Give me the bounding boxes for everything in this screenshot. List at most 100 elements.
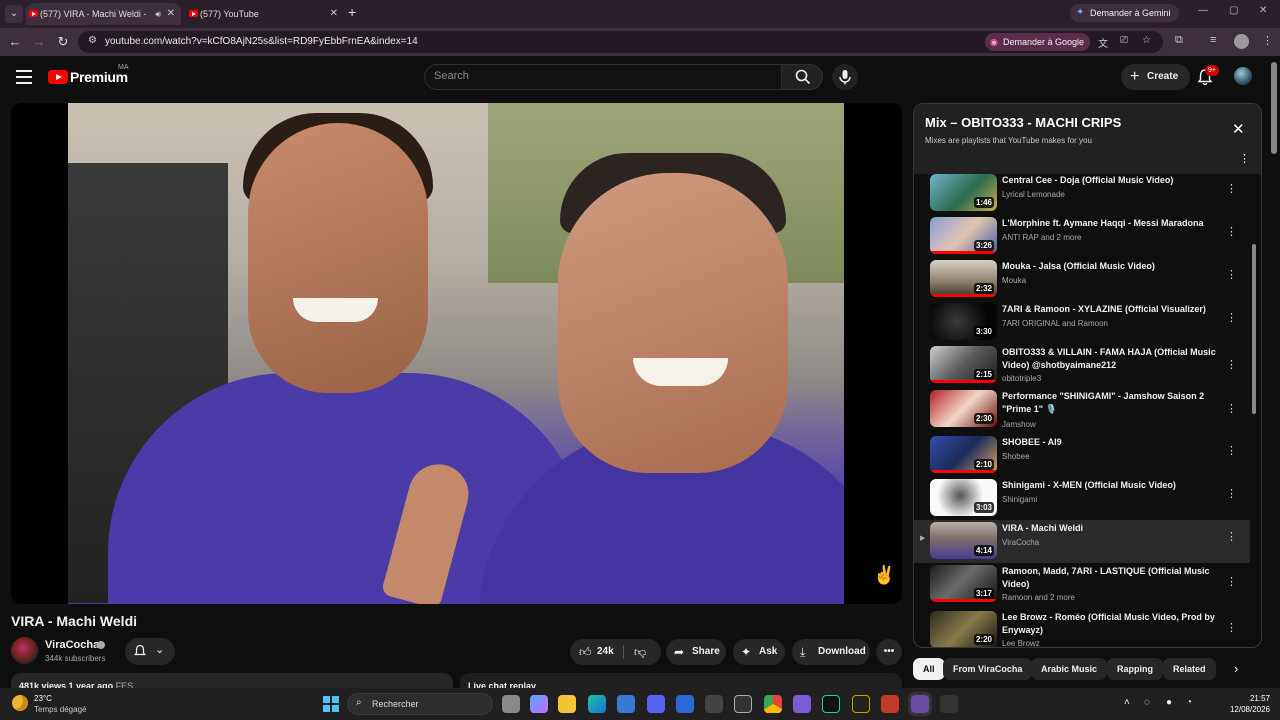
task-view-icon[interactable]	[502, 695, 520, 713]
close-window-icon[interactable]: ✕	[1259, 5, 1267, 16]
playlist-item-current[interactable]: ▶ 4:14 VIRA - Machi Weldi ViraCocha ⋮	[914, 520, 1250, 563]
back-icon[interactable]: ←	[6, 33, 24, 51]
channel-name[interactable]: ViraCocha	[45, 639, 99, 651]
like-count[interactable]: 24k	[597, 639, 614, 665]
more-vertical-icon[interactable]: ⋮	[1226, 487, 1237, 500]
file-explorer-icon[interactable]	[558, 695, 576, 713]
chip-arabic-music[interactable]: Arabic Music	[1031, 658, 1108, 680]
ask-google-button[interactable]: ◉ Demander à Google	[985, 33, 1091, 51]
mail-icon[interactable]	[676, 695, 694, 713]
more-vertical-icon[interactable]: ⋮	[1239, 152, 1250, 165]
ask-button[interactable]: ✦ Ask	[733, 639, 785, 665]
weather-moon-icon[interactable]	[12, 695, 28, 711]
network-icon[interactable]: ◌	[1144, 697, 1150, 708]
more-vertical-icon[interactable]: ⋮	[1226, 575, 1237, 588]
nvidia-icon[interactable]	[822, 695, 840, 713]
page-scrollbar[interactable]	[1271, 62, 1277, 154]
address-bar[interactable]: ⚙ youtube.com/watch?v=kCfO8AjN25s&list=R…	[78, 31, 1163, 53]
mic-tray-icon[interactable]: ●	[1166, 697, 1172, 708]
app-icon[interactable]	[940, 695, 958, 713]
reload-icon[interactable]: ↻	[54, 33, 72, 51]
start-menu-icon[interactable]	[323, 696, 339, 712]
app-icon[interactable]	[881, 695, 899, 713]
tab-search-button[interactable]: ⌄	[5, 5, 23, 23]
search-button[interactable]	[781, 64, 823, 90]
playlist-item[interactable]: 3:30 7ARI & Ramoon - XYLAZINE (Official …	[914, 301, 1250, 344]
close-icon[interactable]: ✕	[1232, 120, 1245, 138]
system-clock[interactable]: 21:57 12/08/2026	[1214, 693, 1270, 715]
tab-youtube[interactable]: (577) YouTube ✕	[186, 3, 344, 25]
playlist-scrollbar[interactable]	[1252, 244, 1256, 414]
chip-all[interactable]: All	[913, 658, 945, 680]
temperature[interactable]: 23°C	[34, 694, 52, 703]
playlist-item[interactable]: 2:15 OBITO333 & VILLAIN - FAMA HAJA (Off…	[914, 344, 1250, 389]
more-vertical-icon[interactable]: ⋮	[1226, 182, 1237, 195]
url-text[interactable]: youtube.com/watch?v=kCfO8AjN25s&list=RD9…	[105, 31, 418, 53]
store-icon[interactable]	[617, 695, 635, 713]
active-app-icon[interactable]	[911, 695, 929, 713]
taskbar-search[interactable]: ⌕ Rechercher	[347, 693, 493, 715]
maximize-icon[interactable]: ▢	[1229, 5, 1238, 16]
hamburger-menu-icon[interactable]	[16, 70, 32, 84]
playlist-title[interactable]: Mix – OBITO333 - MACHI CRIPS	[925, 115, 1121, 130]
more-actions-button[interactable]: •••	[876, 639, 902, 665]
more-vertical-icon[interactable]: ⋮	[1226, 225, 1237, 238]
weather-condition[interactable]: Temps dégagé	[34, 705, 86, 714]
chip-from-channel[interactable]: From ViraCocha	[943, 658, 1033, 680]
ask-gemini-button[interactable]: ✦ Demander à Gemini	[1070, 4, 1179, 22]
chevron-right-icon[interactable]: ›	[1234, 661, 1238, 676]
thumbs-down-icon[interactable]: 👎︎	[634, 639, 646, 665]
extensions-icon[interactable]: ⧉	[1175, 34, 1183, 47]
app-icon[interactable]	[852, 695, 870, 713]
playlist-item[interactable]: 2:10 SHOBEE - AI9 Shobee ⋮	[914, 434, 1250, 477]
playlist-item[interactable]: 1:46 Central Cee - Doja (Official Music …	[914, 172, 1250, 215]
translate-icon[interactable]: 文	[1098, 35, 1108, 50]
more-vertical-icon[interactable]: ⋮	[1226, 358, 1237, 371]
playlist-item[interactable]: 2:30 Performance "SHINIGAMI" - Jamshow S…	[914, 388, 1250, 434]
site-info-icon[interactable]: ⚙	[88, 35, 97, 46]
more-vertical-icon[interactable]: ⋮	[1226, 621, 1237, 634]
playlist-item[interactable]: 2:20 Lee Browz - Roméo (Official Music V…	[914, 609, 1250, 647]
subscription-bell-button[interactable]: ⌄	[125, 638, 175, 665]
media-controls-icon[interactable]: ≡	[1210, 34, 1216, 46]
discord-icon[interactable]	[647, 695, 665, 713]
edge-icon[interactable]	[588, 695, 606, 713]
chevron-up-icon[interactable]: ˄	[1124, 697, 1130, 708]
playlist-item[interactable]: 2:32 Mouka - Jalsa (Official Music Video…	[914, 258, 1250, 301]
chip-rapping[interactable]: Rapping	[1107, 658, 1163, 680]
thumbs-up-icon[interactable]: 👍︎	[579, 639, 592, 665]
copilot-icon[interactable]	[530, 695, 548, 713]
video-player[interactable]: ✌	[11, 103, 902, 604]
chrome-icon[interactable]	[764, 695, 782, 713]
wifi-icon[interactable]: ◔	[1186, 697, 1192, 708]
download-button[interactable]: ⤓ Download	[792, 639, 870, 665]
cast-icon[interactable]: ⎚	[1120, 35, 1128, 46]
chip-related[interactable]: Related	[1163, 658, 1216, 680]
speaker-icon[interactable]: 🔊︎	[155, 3, 161, 25]
create-button[interactable]: + Create	[1121, 64, 1191, 90]
new-tab-button[interactable]: +	[348, 4, 356, 20]
more-vertical-icon[interactable]: ⋮	[1226, 268, 1237, 281]
channel-avatar[interactable]	[11, 637, 38, 664]
close-icon[interactable]: ✕	[330, 3, 338, 25]
browser-menu-icon[interactable]: ⋮	[1262, 34, 1273, 47]
playlist-item[interactable]: 3:03 Shinigami - X-MEN (Official Music V…	[914, 477, 1250, 520]
profile-avatar[interactable]	[1234, 34, 1249, 49]
more-vertical-icon[interactable]: ⋮	[1226, 402, 1237, 415]
voice-search-button[interactable]	[832, 64, 858, 90]
more-vertical-icon[interactable]: ⋮	[1226, 311, 1237, 324]
close-icon[interactable]: ✕	[167, 3, 175, 25]
account-avatar[interactable]	[1234, 67, 1252, 85]
game-icon[interactable]	[793, 695, 811, 713]
minimize-icon[interactable]: —	[1198, 5, 1208, 16]
bookmark-star-icon[interactable]: ☆	[1142, 35, 1151, 46]
app-icon[interactable]	[705, 695, 723, 713]
search-input[interactable]	[434, 70, 764, 82]
more-vertical-icon[interactable]: ⋮	[1226, 530, 1237, 543]
more-vertical-icon[interactable]: ⋮	[1226, 444, 1237, 457]
tab-vira[interactable]: (577) VIRA - Machi Weldi - 🔊︎ ✕	[26, 3, 181, 25]
playlist-item[interactable]: 3:17 Ramoon, Madd, 7ARI - LASTIQUE (Offi…	[914, 563, 1250, 609]
forward-icon[interactable]: →	[30, 33, 48, 51]
share-button[interactable]: ➦ Share	[666, 639, 726, 665]
channel-watermark-icon[interactable]: ✌	[873, 565, 895, 586]
